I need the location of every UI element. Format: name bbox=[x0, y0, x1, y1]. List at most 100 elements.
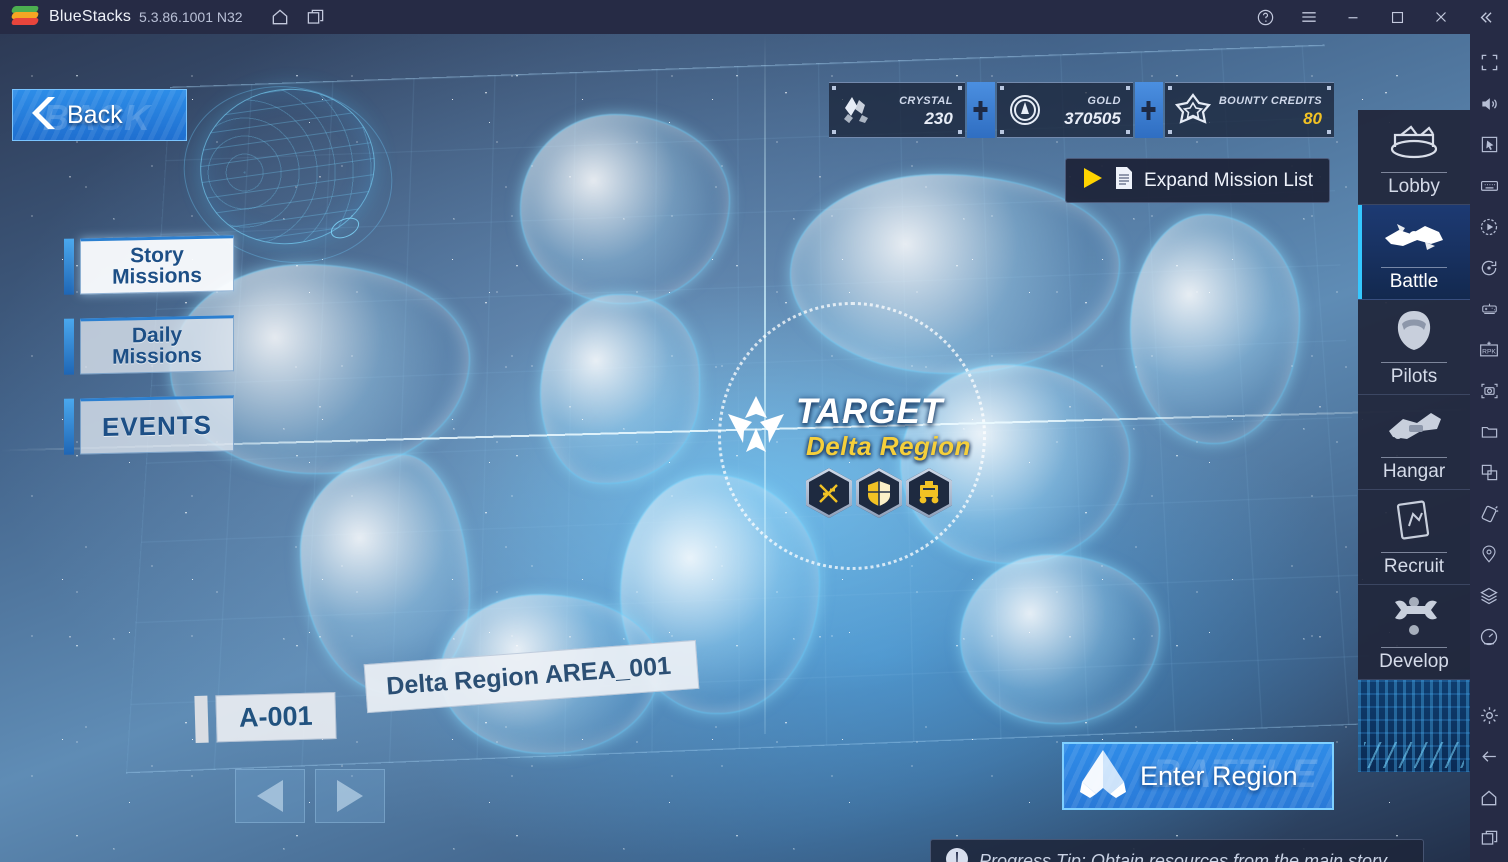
gold-icon bbox=[1005, 90, 1045, 130]
rotate-icon[interactable] bbox=[1472, 247, 1506, 288]
location-icon[interactable] bbox=[1472, 534, 1506, 575]
sidebar-label: Lobby bbox=[1388, 176, 1440, 197]
progress-tip-text: Progress Tip: Obtain resources from the … bbox=[979, 850, 1391, 862]
label-tick bbox=[194, 695, 209, 743]
shake-icon[interactable] bbox=[1472, 493, 1506, 534]
mission-menu: Story Missions Daily Missions EVENTS bbox=[64, 234, 234, 474]
menu-accent-bar bbox=[64, 238, 74, 295]
shield-badge-icon bbox=[856, 468, 902, 518]
region-nav-arrows bbox=[235, 769, 385, 823]
menu-item-daily-missions[interactable]: Daily Missions bbox=[64, 312, 234, 378]
currency-bar: CRYSTAL 230 GOLD 370505 BOUNTY CREDITS 8… bbox=[828, 82, 1334, 138]
maximize-icon[interactable] bbox=[1382, 2, 1412, 32]
window-controls bbox=[1236, 0, 1500, 34]
currency-crystal: CRYSTAL 230 bbox=[828, 82, 965, 138]
currency-value: 370505 bbox=[1064, 109, 1121, 128]
home-icon[interactable] bbox=[1472, 777, 1506, 818]
menu-box: Daily Missions bbox=[80, 315, 234, 375]
title-bar: BlueStacks 5.3.86.1001 N32 bbox=[0, 0, 1508, 34]
sidebar-label: Battle bbox=[1389, 271, 1439, 292]
sidebar-item-lobby[interactable]: Lobby bbox=[1358, 110, 1470, 205]
pilot-icon bbox=[1358, 300, 1470, 362]
menu-item-events[interactable]: EVENTS bbox=[64, 392, 234, 458]
gamepad-icon[interactable] bbox=[1472, 288, 1506, 329]
sidebar-item-pilots[interactable]: Pilots bbox=[1358, 300, 1470, 395]
help-icon[interactable] bbox=[1250, 2, 1280, 32]
home-icon[interactable] bbox=[265, 2, 295, 32]
chevron-left-icon bbox=[29, 95, 59, 136]
bluestacks-window: BlueStacks 5.3.86.1001 N32 BACK Back Sto… bbox=[0, 0, 1508, 862]
screenshot-icon[interactable] bbox=[1472, 370, 1506, 411]
layers-icon[interactable] bbox=[1472, 575, 1506, 616]
exclamation-icon bbox=[945, 847, 969, 862]
target-title: TARGET bbox=[796, 392, 944, 431]
expand-mission-list-button[interactable]: Expand Mission List bbox=[1065, 158, 1330, 203]
bounty-star-icon bbox=[1173, 90, 1213, 130]
enter-region-button[interactable]: BATTLE Enter Region bbox=[1062, 742, 1334, 810]
sidebar-label: Pilots bbox=[1390, 366, 1438, 387]
copy-icon[interactable] bbox=[1472, 452, 1506, 493]
target-star-icon bbox=[722, 392, 790, 458]
sidebar-item-develop[interactable]: Develop bbox=[1358, 585, 1470, 680]
menu-accent-bar bbox=[64, 318, 74, 375]
recruit-card-icon bbox=[1358, 490, 1470, 552]
menu-label-line1: EVENTS bbox=[101, 409, 213, 442]
enter-region-label: Enter Region bbox=[1140, 760, 1298, 791]
battle-icon bbox=[1358, 205, 1470, 267]
target-marker[interactable]: TARGET Delta Region bbox=[722, 392, 971, 518]
lobby-icon bbox=[1358, 110, 1470, 172]
volume-icon[interactable] bbox=[1472, 83, 1506, 124]
currency-name: BOUNTY CREDITS bbox=[1218, 95, 1322, 107]
rpk-icon[interactable]: RPK bbox=[1472, 329, 1506, 370]
sidebar-decorative-panel bbox=[1358, 680, 1470, 772]
region-code-label: A-001 bbox=[194, 692, 337, 743]
hangar-icon bbox=[1358, 395, 1470, 457]
macro-play-icon[interactable] bbox=[1472, 206, 1506, 247]
fullscreen-icon[interactable] bbox=[1472, 42, 1506, 83]
add-crystal-button[interactable] bbox=[966, 82, 995, 138]
sidebar-item-hangar[interactable]: Hangar bbox=[1358, 395, 1470, 490]
sidebar-item-recruit[interactable]: Recruit bbox=[1358, 490, 1470, 585]
menu-icon[interactable] bbox=[1294, 2, 1324, 32]
add-gold-button[interactable] bbox=[1134, 82, 1163, 138]
currency-bounty-credits: BOUNTY CREDITS 80 bbox=[1164, 82, 1334, 138]
back-label: Back bbox=[67, 100, 123, 129]
weapons-badge-icon bbox=[806, 468, 852, 518]
menu-label-line2: Missions bbox=[112, 343, 202, 369]
back-button[interactable]: BACK Back bbox=[12, 89, 187, 141]
minimize-icon[interactable] bbox=[1338, 2, 1368, 32]
expand-mission-list-label: Expand Mission List bbox=[1144, 169, 1313, 191]
menu-label-line2: Missions bbox=[112, 263, 202, 289]
menu-accent-bar bbox=[64, 398, 74, 455]
recents-icon[interactable] bbox=[1472, 818, 1506, 859]
bluestacks-toolbar: RPK bbox=[1470, 34, 1508, 862]
wrench-icon bbox=[1358, 585, 1470, 647]
prev-region-button[interactable] bbox=[235, 769, 305, 823]
close-icon[interactable] bbox=[1426, 2, 1456, 32]
tabs-icon[interactable] bbox=[301, 2, 331, 32]
sidebar-label: Recruit bbox=[1383, 556, 1445, 577]
sidebar-label: Develop bbox=[1379, 651, 1449, 672]
region-name-text: Delta Region AREA_001 bbox=[385, 651, 672, 701]
app-version: 5.3.86.1001 N32 bbox=[139, 9, 243, 25]
bluestacks-logo-icon bbox=[10, 6, 40, 28]
meter-icon[interactable] bbox=[1472, 616, 1506, 657]
target-subtitle: Delta Region bbox=[806, 431, 971, 461]
menu-item-story-missions[interactable]: Story Missions bbox=[64, 232, 234, 298]
play-triangle-icon bbox=[1082, 166, 1104, 195]
sidebar-item-battle[interactable]: Battle bbox=[1358, 205, 1470, 300]
back-arrow-icon[interactable] bbox=[1472, 736, 1506, 777]
settings-gear-icon[interactable] bbox=[1472, 695, 1506, 736]
game-sidebar: Lobby Battle Pilots Hangar Recruit Devel… bbox=[1358, 110, 1470, 772]
currency-value: 80 bbox=[1303, 109, 1322, 128]
folder-icon[interactable] bbox=[1472, 411, 1506, 452]
currency-gold: GOLD 370505 bbox=[996, 82, 1133, 138]
document-icon bbox=[1114, 166, 1134, 195]
collapse-icon[interactable] bbox=[1470, 2, 1500, 32]
game-viewport: BACK Back Story Missions Daily Missions … bbox=[0, 34, 1470, 862]
cursor-icon[interactable] bbox=[1472, 124, 1506, 165]
keyboard-icon[interactable] bbox=[1472, 165, 1506, 206]
next-region-button[interactable] bbox=[315, 769, 385, 823]
region-code-text: A-001 bbox=[238, 700, 313, 733]
target-reward-badges bbox=[806, 468, 971, 518]
